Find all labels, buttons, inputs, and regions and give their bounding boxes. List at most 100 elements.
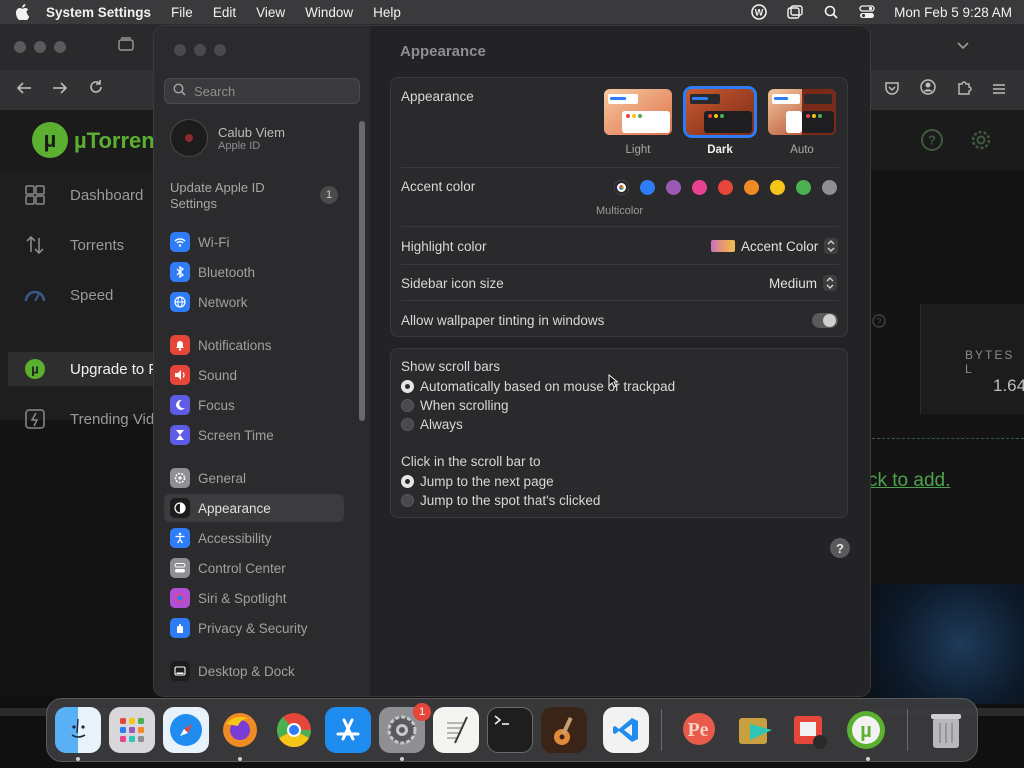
close-button[interactable] bbox=[174, 44, 186, 56]
dock-textedit-icon[interactable] bbox=[433, 707, 479, 753]
appearance-auto-thumbnail[interactable] bbox=[768, 89, 836, 135]
dock-finder-icon[interactable] bbox=[55, 707, 101, 753]
sidebar-item-general[interactable]: General bbox=[164, 464, 344, 492]
bell-icon bbox=[170, 335, 190, 355]
divider bbox=[401, 264, 839, 265]
help-circle-icon[interactable]: ? bbox=[920, 128, 944, 155]
minimize-button[interactable] bbox=[194, 44, 206, 56]
accent-swatch[interactable] bbox=[640, 180, 655, 195]
utorrent-nav-upgrade[interactable]: µ Upgrade to P bbox=[8, 352, 160, 386]
help-button[interactable]: ? bbox=[830, 538, 850, 558]
zoom-button[interactable] bbox=[214, 44, 226, 56]
apple-logo-icon[interactable] bbox=[12, 2, 32, 22]
window-icon[interactable] bbox=[786, 4, 804, 20]
accent-selected-caption: Multicolor bbox=[596, 205, 644, 217]
tab-overview-icon[interactable] bbox=[118, 36, 134, 56]
menu-clock[interactable]: Mon Feb 5 9:28 AM bbox=[894, 5, 1012, 20]
sidebar-item-network[interactable]: Network bbox=[164, 288, 344, 316]
search-field[interactable]: Search bbox=[164, 78, 360, 104]
dock-terminal-icon[interactable] bbox=[487, 707, 533, 753]
radio-scroll-always[interactable]: Always bbox=[401, 417, 463, 432]
info-circle-icon[interactable]: ? bbox=[872, 314, 886, 331]
forward-arrow-icon[interactable] bbox=[52, 80, 68, 100]
settings-sidebar: Search Calub Viem Apple ID Update Apple … bbox=[154, 26, 370, 696]
menu-file[interactable]: File bbox=[171, 5, 193, 20]
dock-vscode-icon[interactable] bbox=[603, 707, 649, 753]
accent-swatch[interactable] bbox=[692, 180, 707, 195]
reload-icon[interactable] bbox=[88, 79, 104, 100]
update-apple-id-item[interactable]: Update Apple ID Settings bbox=[170, 180, 290, 212]
appearance-dark-thumbnail[interactable] bbox=[686, 89, 754, 135]
dock-firefox-icon[interactable] bbox=[217, 707, 263, 753]
sidebar-scrollbar[interactable] bbox=[359, 121, 365, 421]
browser-zoom-button[interactable] bbox=[54, 41, 66, 53]
divider bbox=[401, 300, 839, 301]
spotlight-search-icon[interactable] bbox=[822, 4, 840, 20]
accent-swatch[interactable] bbox=[796, 180, 811, 195]
dock-photo-booth-icon[interactable] bbox=[787, 707, 833, 753]
apple-id-account[interactable]: Calub Viem Apple ID bbox=[170, 119, 285, 157]
hamburger-menu-icon[interactable] bbox=[992, 80, 1006, 100]
radio-button bbox=[401, 418, 414, 431]
accent-swatch[interactable] bbox=[770, 180, 785, 195]
extensions-icon[interactable] bbox=[956, 79, 972, 100]
appearance-label: Appearance bbox=[401, 89, 474, 104]
dock-app-store-icon[interactable] bbox=[325, 707, 371, 753]
menu-edit[interactable]: Edit bbox=[213, 5, 236, 20]
wordpress-icon[interactable]: W bbox=[750, 4, 768, 20]
sidebar-item-focus[interactable]: Focus bbox=[164, 391, 344, 419]
sidebar-item-siri-spotlight[interactable]: Siri & Spotlight bbox=[164, 584, 344, 612]
settings-gear-icon[interactable] bbox=[969, 128, 993, 155]
sidebar-item-appearance[interactable]: Appearance bbox=[164, 494, 344, 522]
account-icon[interactable] bbox=[920, 79, 936, 100]
accent-swatch[interactable] bbox=[744, 180, 759, 195]
radio-scroll-when-scrolling[interactable]: When scrolling bbox=[401, 398, 509, 413]
accent-swatch[interactable] bbox=[718, 180, 733, 195]
wallpaper-tinting-toggle[interactable] bbox=[812, 313, 838, 328]
highlight-color-popup[interactable]: Accent Color bbox=[711, 238, 839, 254]
menu-app-name[interactable]: System Settings bbox=[46, 5, 151, 20]
dock-preview-icon[interactable]: Pe bbox=[677, 707, 723, 753]
sidebar-item-wi-fi[interactable]: Wi-Fi bbox=[164, 228, 344, 256]
radio-scroll-automatic[interactable]: Automatically based on mouse or trackpad bbox=[401, 379, 675, 394]
dock-trash-icon[interactable] bbox=[923, 707, 969, 753]
tab-list-chevron-icon[interactable] bbox=[956, 36, 970, 56]
utorrent-nav-trending[interactable]: Trending Vid bbox=[24, 408, 154, 430]
sidebar-item-label: Screen Time bbox=[198, 427, 274, 443]
sidebar-icon-size-label: Sidebar icon size bbox=[401, 276, 504, 291]
menu-bar-extras: W Mon Feb 5 9:28 AM bbox=[750, 4, 1012, 20]
accent-swatch-multicolor[interactable] bbox=[614, 180, 629, 195]
browser-close-button[interactable] bbox=[14, 41, 26, 53]
menu-window[interactable]: Window bbox=[305, 5, 353, 20]
menu-view[interactable]: View bbox=[256, 5, 285, 20]
dock-migration-icon[interactable] bbox=[733, 707, 779, 753]
radio-jump-next-page[interactable]: Jump to the next page bbox=[401, 474, 554, 489]
sidebar-item-screen-time[interactable]: Screen Time bbox=[164, 421, 344, 449]
sidebar-icon-size-popup[interactable]: Medium bbox=[769, 275, 838, 291]
sidebar-item-desktop-dock[interactable]: Desktop & Dock bbox=[164, 657, 344, 685]
pocket-icon[interactable] bbox=[884, 80, 900, 100]
appearance-light-thumbnail[interactable] bbox=[604, 89, 672, 135]
sidebar-item-accessibility[interactable]: Accessibility bbox=[164, 524, 344, 552]
dock-utorrent-icon[interactable]: µ bbox=[843, 707, 889, 753]
sidebar-item-privacy-security[interactable]: Privacy & Security bbox=[164, 614, 344, 642]
dock-garageband-icon[interactable] bbox=[541, 707, 587, 753]
dock-launchpad-icon[interactable] bbox=[109, 707, 155, 753]
utorrent-nav-torrents[interactable]: Torrents bbox=[24, 234, 124, 256]
radio-jump-to-spot[interactable]: Jump to the spot that's clicked bbox=[401, 493, 600, 508]
sidebar-item-control-center[interactable]: Control Center bbox=[164, 554, 344, 582]
sidebar-item-sound[interactable]: Sound bbox=[164, 361, 344, 389]
accent-swatch[interactable] bbox=[822, 180, 837, 195]
back-arrow-icon[interactable] bbox=[16, 80, 32, 100]
dock-safari-icon[interactable] bbox=[163, 707, 209, 753]
control-center-icon[interactable] bbox=[858, 4, 876, 20]
sidebar-item-bluetooth[interactable]: Bluetooth bbox=[164, 258, 344, 286]
dock-chrome-icon[interactable] bbox=[271, 707, 317, 753]
menu-help[interactable]: Help bbox=[373, 5, 401, 20]
accent-swatch[interactable] bbox=[666, 180, 681, 195]
utorrent-nav-dashboard[interactable]: Dashboard bbox=[24, 184, 143, 206]
sidebar-item-notifications[interactable]: Notifications bbox=[164, 331, 344, 359]
add-torrent-link[interactable]: ck to add. bbox=[868, 470, 950, 492]
utorrent-nav-speed[interactable]: Speed bbox=[24, 284, 113, 306]
browser-minimize-button[interactable] bbox=[34, 41, 46, 53]
